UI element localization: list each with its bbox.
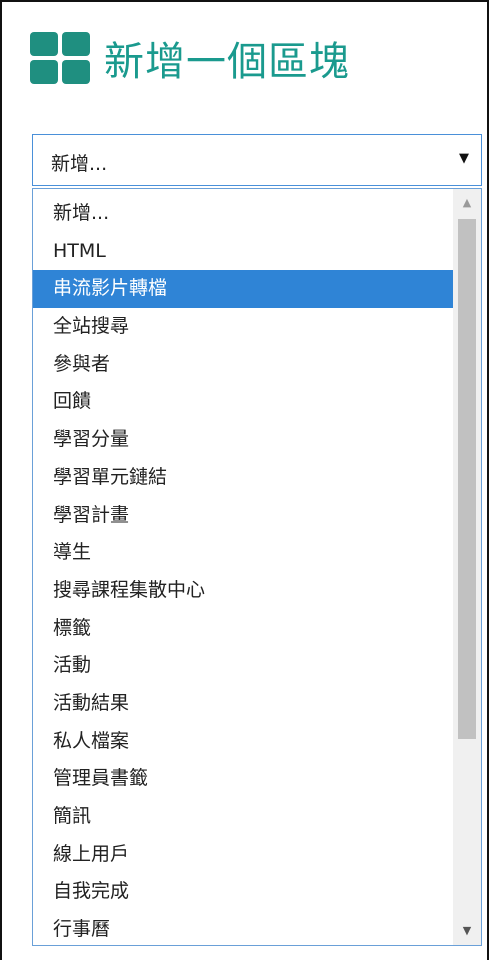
dropdown-option[interactable]: HTML (33, 233, 453, 271)
dropdown-option-selected[interactable]: 串流影片轉檔 (33, 270, 453, 309)
dropdown-option[interactable]: 搜尋課程集散中心 (33, 572, 453, 610)
dropdown-option[interactable]: 標籤 (33, 610, 453, 648)
dropdown-option[interactable]: 自我完成 (33, 873, 453, 911)
dropdown-option[interactable]: 私人檔案 (33, 723, 453, 761)
option-list: 新增... HTML 串流影片轉檔 全站搜尋 參與者 回饋 學習分量 學習單元鏈… (33, 195, 453, 945)
scroll-up-icon[interactable]: ▲ (453, 189, 481, 217)
dropdown-option[interactable]: 線上用戶 (33, 836, 453, 874)
dropdown-option[interactable]: 活動結果 (33, 685, 453, 723)
dropdown-option[interactable]: 管理員書籤 (33, 760, 453, 798)
dropdown-option[interactable]: 學習單元鏈結 (33, 459, 453, 497)
page-title: 新增一個區塊 (104, 39, 350, 85)
dropdown-option[interactable]: 活動 (33, 647, 453, 685)
add-block-select[interactable]: 新增... ▼ (32, 134, 482, 186)
dropdown-option[interactable]: 導生 (33, 534, 453, 572)
grid-icon (30, 32, 90, 84)
scroll-down-icon[interactable]: ▼ (453, 917, 481, 945)
dropdown-option[interactable]: 回饋 (33, 383, 453, 421)
add-block-panel: 新增一個區塊 新增... ▼ 新增... HTML 串流影片轉檔 全站搜尋 參與… (0, 0, 489, 960)
scrollbar-thumb[interactable] (458, 219, 476, 739)
dropdown-option[interactable]: 學習計畫 (33, 497, 453, 535)
dropdown-option[interactable]: 行事曆 (33, 911, 453, 945)
dropdown-option[interactable]: 簡訊 (33, 798, 453, 836)
dropdown-option[interactable]: 新增... (33, 195, 453, 233)
dropdown-option[interactable]: 參與者 (33, 346, 453, 384)
select-value: 新增... (51, 153, 108, 175)
vertical-scrollbar[interactable]: ▲ ▼ (453, 189, 481, 945)
block-header: 新增一個區塊 (30, 28, 350, 88)
dropdown-option[interactable]: 學習分量 (33, 421, 453, 459)
chevron-down-icon[interactable]: ▼ (459, 151, 469, 166)
dropdown-list[interactable]: 新增... HTML 串流影片轉檔 全站搜尋 參與者 回饋 學習分量 學習單元鏈… (32, 188, 482, 946)
dropdown-option[interactable]: 全站搜尋 (33, 308, 453, 346)
